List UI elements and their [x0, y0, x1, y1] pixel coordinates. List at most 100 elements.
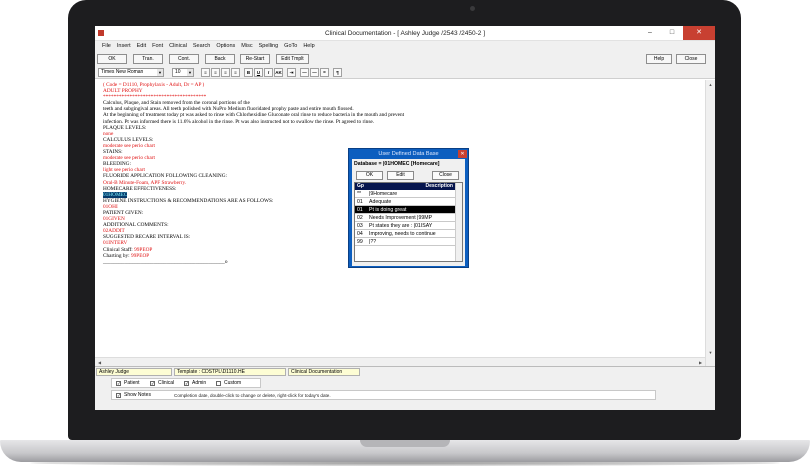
dialog-body: Database = |01HOMEC [Homecare] OK Edit C… [352, 159, 465, 266]
patient-checkbox[interactable]: ✓ [116, 381, 121, 386]
show-notes-label: Show Notes [124, 392, 151, 398]
col-gp-header: Gp [357, 183, 364, 189]
line-text: FLUORIDE APPLICATION FOLLOWING CLEANING: [103, 173, 228, 180]
list-item[interactable]: ** |9Homecare [355, 190, 456, 198]
menu-edit[interactable]: Edit [134, 41, 149, 52]
vertical-scrollbar[interactable]: ▲ ▼ [705, 80, 715, 366]
menu-font[interactable]: Font [149, 41, 166, 52]
completion-hint: Completion date, double-click to change … [174, 393, 331, 398]
window-title: Clinical Documentation - [ Ashley Judge … [324, 30, 486, 37]
line-text: moderate see perio chart [103, 155, 155, 162]
line-text: infection. Pt was informed there is 11.6… [103, 118, 375, 125]
description-list[interactable]: Gp Description ** |9Homecare 01 Adequate 01 P… [354, 182, 463, 262]
underline-button[interactable]: U [254, 68, 263, 77]
line-text: 01INTERV [103, 240, 128, 247]
horizontal-scrollbar[interactable]: ◀ ▶ [95, 357, 705, 366]
list-item-description: Pt is doing great [369, 207, 407, 213]
strikethrough-button[interactable]: AK [274, 68, 283, 77]
menu-clinical[interactable]: Clinical [166, 41, 190, 52]
menu-options[interactable]: Options [213, 41, 238, 52]
line-text: ________________________________________… [103, 258, 228, 265]
font-size-value: 10 [175, 69, 181, 75]
align-left-icon[interactable]: ≡ [201, 68, 210, 77]
menu-goto[interactable]: GoTo [281, 41, 300, 52]
dialog-title: User Defined Data Base [378, 151, 439, 157]
line-text: PLAQUE LEVELS: [103, 124, 147, 131]
dialog-close-button[interactable]: Close [432, 171, 459, 180]
format-toolbar: Times New Roman ▼ 10 ▼ ≡ ≡ ≡ ≡ B U I AK … [95, 66, 715, 79]
list-item[interactable]: 04 Improving, needs to continue [355, 230, 456, 238]
line-text: 01GIVEN [103, 216, 125, 223]
list-scrollbar[interactable] [455, 183, 462, 261]
scroll-up-icon[interactable]: ▲ [706, 80, 715, 89]
admin-label: Admin [192, 380, 207, 386]
align-right-icon[interactable]: ≡ [221, 68, 230, 77]
list-item-gp: 02 [357, 215, 363, 221]
menu-file[interactable]: File [99, 41, 114, 52]
line-text: STAINS: [103, 149, 123, 156]
list-item[interactable]: 02 Needs Improvement |99MP [355, 214, 456, 222]
list-item[interactable]: 01 Pt is doing great [355, 206, 456, 214]
dialog-ok-button[interactable]: OK [356, 171, 383, 180]
font-select[interactable]: Times New Roman ▼ [98, 68, 164, 77]
menu-misc[interactable]: Misc [238, 41, 255, 52]
minimize-button[interactable]: – [639, 26, 661, 40]
menu-help[interactable]: Help [300, 41, 317, 52]
list-item-gp: 99 [357, 239, 363, 245]
line-text: SUGGESTED RECARE INTERVAL IS: [103, 234, 191, 241]
italic-button[interactable]: I [264, 68, 273, 77]
clinical-checkbox[interactable]: ✓ [150, 381, 155, 386]
align-center-icon[interactable]: ≡ [211, 68, 220, 77]
edit-template-button[interactable]: Edit Tmplt [276, 54, 309, 64]
notes-row: ✓ Show Notes Completion date, double-cli… [111, 390, 656, 400]
title-bar: Clinical Documentation - [ Ashley Judge … [95, 26, 715, 41]
help-button[interactable]: Help [646, 54, 672, 64]
bold-button[interactable]: B [244, 68, 253, 77]
line-value: 99PEOP [132, 246, 153, 253]
dialog-edit-button[interactable]: Edit [387, 171, 414, 180]
font-select-value: Times New Roman [101, 69, 144, 75]
line-style-2-icon[interactable]: — [310, 68, 319, 77]
line-text: CALCULUS LEVELS: [103, 136, 154, 143]
indent-icon[interactable]: ⇥ [287, 68, 296, 77]
menu-search[interactable]: Search [190, 41, 213, 52]
line-text: At the beginning of treatment today pt w… [103, 112, 405, 119]
restart-button[interactable]: Re-Start [240, 54, 270, 64]
list-item-gp: 01 [357, 207, 363, 213]
list-item[interactable]: 99 |?? [355, 238, 456, 246]
menu-insert[interactable]: Insert [114, 41, 134, 52]
category-filters: ✓ Patient ✓ Clinical ✓ Admin Custom [111, 378, 261, 388]
list-item[interactable]: 01 Adequate [355, 198, 456, 206]
close-window-button[interactable]: ✕ [683, 26, 715, 40]
font-size-select[interactable]: 10 ▼ [172, 68, 194, 77]
line-text: ADULT PROPHY [103, 88, 143, 95]
line-style-1-icon[interactable]: — [300, 68, 309, 77]
ok-button[interactable]: OK [97, 54, 127, 64]
line-value: 99PEOP [129, 252, 150, 259]
dialog-close-icon[interactable]: ✕ [458, 150, 467, 158]
line-text: 01OHI [103, 203, 118, 210]
line-label: Charting by: [103, 252, 130, 259]
close-button[interactable]: Close [676, 54, 706, 64]
line-style-3-icon[interactable]: = [320, 68, 329, 77]
list-item[interactable]: 03 Pt states they are : |01ISAY [355, 222, 456, 230]
menu-bar: File Insert Edit Font Clinical Search Op… [95, 41, 715, 52]
justify-icon[interactable]: ≡ [231, 68, 240, 77]
scroll-down-icon[interactable]: ▼ [706, 348, 715, 357]
show-notes-checkbox[interactable]: ✓ [116, 393, 121, 398]
tran-button[interactable]: Tran. [133, 54, 163, 64]
cont-button[interactable]: Cont. [169, 54, 199, 64]
custom-checkbox[interactable] [216, 381, 221, 386]
list-item-gp: ** [357, 191, 362, 197]
admin-checkbox[interactable]: ✓ [184, 381, 189, 386]
maximize-button[interactable]: □ [661, 26, 683, 40]
list-item-description: Adequate [369, 199, 392, 205]
line-text: BLEEDING: [103, 161, 131, 168]
line-text: ADDITIONAL COMMENTS: [103, 222, 169, 229]
line-text: PATIENT GIVEN: [103, 209, 144, 216]
back-button[interactable]: Back [205, 54, 235, 64]
col-description-header: Description [425, 183, 453, 189]
menu-spelling[interactable]: Spelling [256, 41, 282, 52]
patient-label: Patient [124, 380, 140, 386]
paint-icon[interactable]: ¶ [333, 68, 342, 77]
